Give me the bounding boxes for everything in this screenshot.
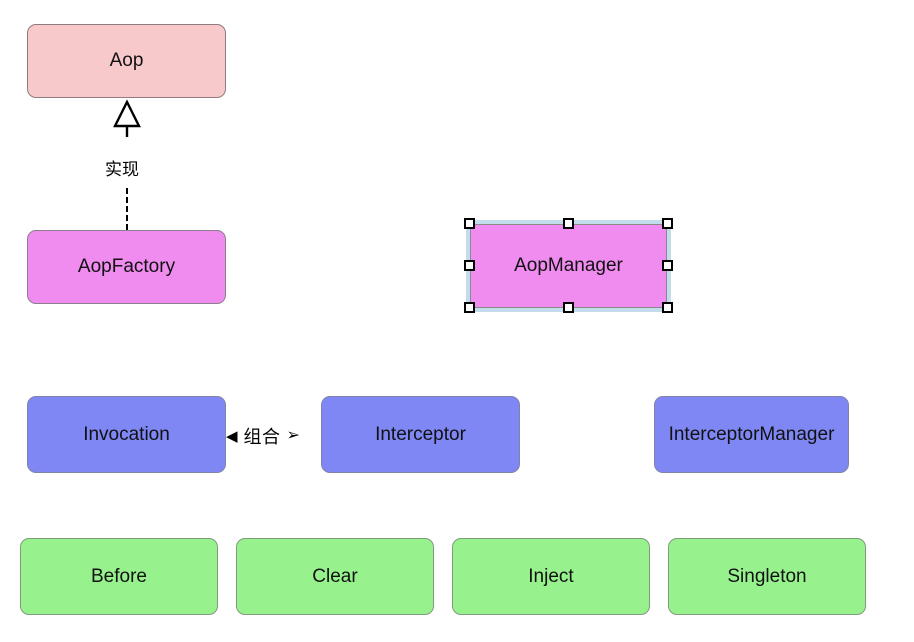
resize-handle-top-left[interactable]: [464, 218, 475, 229]
resize-handle-top-center[interactable]: [563, 218, 574, 229]
node-singleton[interactable]: Singleton: [668, 538, 866, 615]
resize-handle-bottom-center[interactable]: [563, 302, 574, 313]
node-clear[interactable]: Clear: [236, 538, 434, 615]
edge-label-composition: 组合: [243, 427, 281, 447]
node-label: Interceptor: [375, 423, 466, 445]
edge-dashed-segment: [126, 188, 128, 230]
node-label: AopManager: [514, 255, 623, 277]
resize-handle-bottom-right[interactable]: [662, 302, 673, 313]
node-label: Aop: [109, 50, 144, 72]
edge-composition-invocation-interceptor[interactable]: ◀ 组合 ➢: [226, 423, 300, 449]
node-label: Inject: [528, 565, 574, 587]
node-label: InterceptorManager: [668, 423, 835, 445]
node-interceptor-manager[interactable]: InterceptorManager: [654, 396, 849, 473]
node-label: AopFactory: [77, 256, 176, 278]
edge-label-realization: 实现: [105, 160, 139, 179]
node-before[interactable]: Before: [20, 538, 218, 615]
open-arrow-icon: ➢: [286, 427, 300, 444]
filled-triangle-arrow-icon: ◀: [226, 427, 238, 445]
node-aop-factory[interactable]: AopFactory: [27, 230, 226, 304]
node-invocation[interactable]: Invocation: [27, 396, 226, 473]
node-aop[interactable]: Aop: [27, 24, 226, 98]
node-inject[interactable]: Inject: [452, 538, 650, 615]
node-aop-manager[interactable]: AopManager: [470, 224, 667, 308]
resize-handle-bottom-left[interactable]: [464, 302, 475, 313]
node-label: Before: [91, 565, 147, 587]
node-label: Invocation: [83, 423, 170, 445]
resize-handle-top-right[interactable]: [662, 218, 673, 229]
resize-handle-middle-left[interactable]: [464, 260, 475, 271]
hollow-triangle-arrowhead-icon: [113, 99, 141, 137]
node-interceptor[interactable]: Interceptor: [321, 396, 520, 473]
node-label: Clear: [312, 565, 358, 587]
resize-handle-middle-right[interactable]: [662, 260, 673, 271]
node-label: Singleton: [727, 565, 807, 587]
